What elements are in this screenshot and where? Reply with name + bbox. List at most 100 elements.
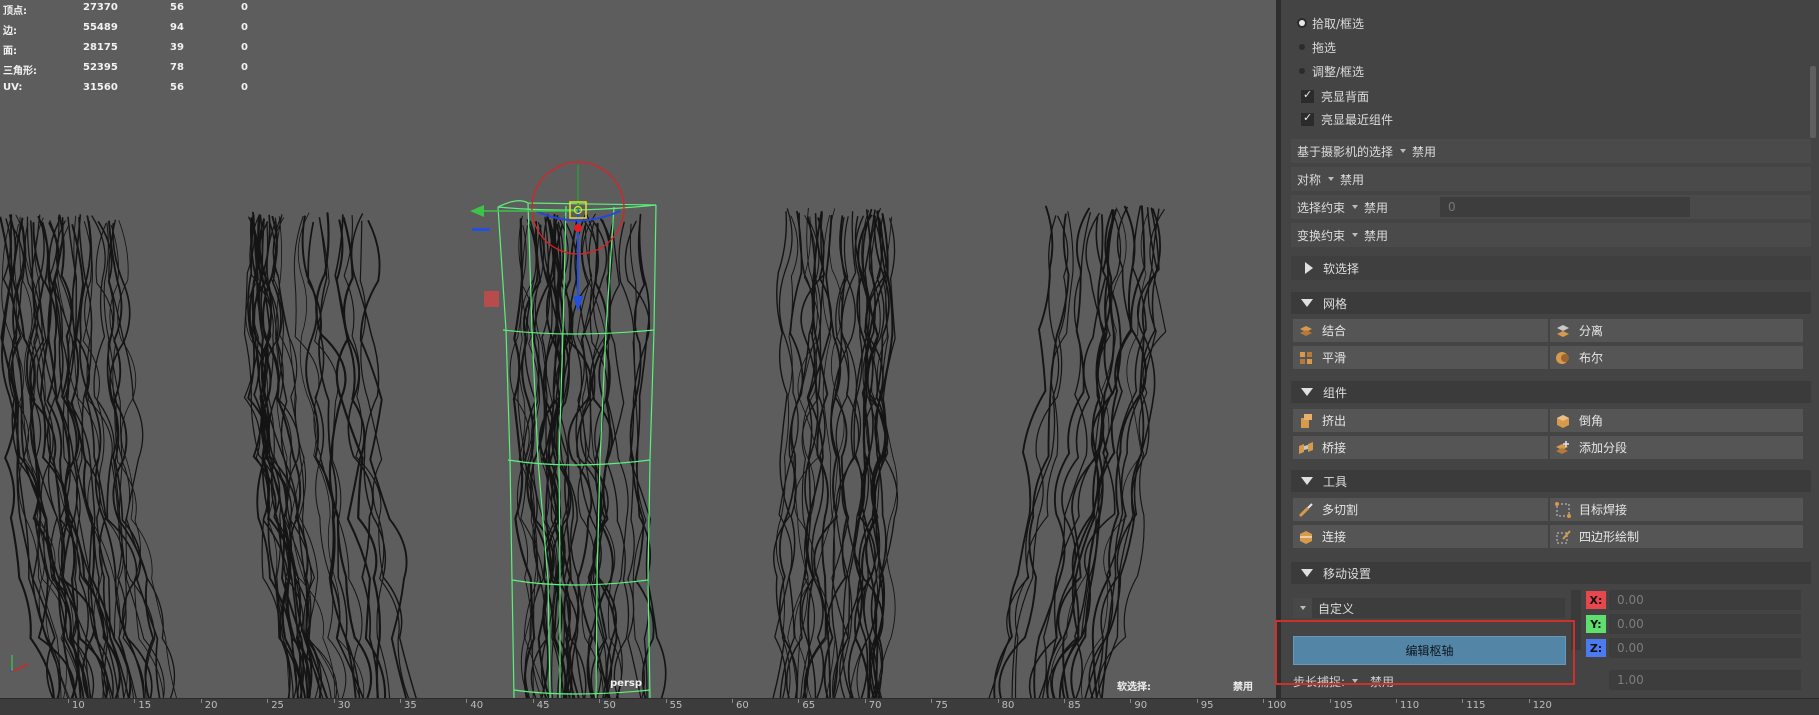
symmetry-row[interactable]: 对称 禁用 bbox=[1291, 167, 1811, 191]
dropdown-arrow-icon[interactable] bbox=[1300, 606, 1306, 610]
transform-constraint-value[interactable]: 禁用 bbox=[1364, 227, 1388, 244]
bridge-label: 桥接 bbox=[1322, 441, 1347, 455]
connect-label: 连接 bbox=[1322, 530, 1347, 544]
transform-constraint-row[interactable]: 变换约束 禁用 bbox=[1291, 223, 1811, 247]
modeling-toolkit-panel: 拾取/框选 拖选 调整/框选 亮显背面 亮显最近组件 基于摄影机的选择 禁用 对… bbox=[1281, 0, 1819, 698]
checkbox-highlight-nearest[interactable]: 亮显最近组件 bbox=[1301, 109, 1393, 129]
timeline-tick-label: 30 bbox=[337, 700, 351, 711]
separate-button[interactable]: 分离 bbox=[1550, 319, 1803, 342]
move-settings-header[interactable]: 移动设置 bbox=[1291, 562, 1811, 584]
target-weld-button[interactable]: 目标焊接 bbox=[1550, 498, 1803, 521]
select-constraint-value[interactable]: 禁用 bbox=[1364, 199, 1388, 216]
hud-row: 边: 55489 94 0 bbox=[3, 20, 263, 40]
camera-based-selection-value[interactable]: 禁用 bbox=[1412, 143, 1436, 160]
hair-strand bbox=[1073, 206, 1134, 698]
multi-cut-label: 多切割 bbox=[1322, 503, 1359, 517]
dropdown-arrow-icon[interactable] bbox=[1352, 233, 1359, 237]
timeline-tick-label: 110 bbox=[1400, 700, 1420, 711]
add-divisions-icon bbox=[1555, 440, 1571, 456]
radio-tweak-marquee[interactable]: 调整/框选 bbox=[1299, 61, 1364, 81]
timeline-tick-mark bbox=[200, 699, 202, 703]
hud-row-label: 顶点: bbox=[3, 6, 27, 17]
timeline-tick-label: 45 bbox=[536, 700, 550, 711]
timeline-tick-label: 60 bbox=[736, 700, 749, 711]
hud-row-value: 0 bbox=[241, 2, 248, 13]
time-slider[interactable]: 10 15 20 25 30 35 40 45 50 55 60 65 70 75 80 85 90 95 100 1… bbox=[0, 698, 1819, 715]
radio-pick-indicator[interactable] bbox=[1299, 20, 1305, 26]
target-weld-label: 目标焊接 bbox=[1579, 503, 1628, 517]
z-value-field[interactable]: 0.00 bbox=[1609, 638, 1801, 658]
x-value-field[interactable]: 0.00 bbox=[1609, 590, 1801, 610]
scene-canvas[interactable] bbox=[0, 0, 1276, 698]
checkbox-highlight-nearest-box[interactable] bbox=[1301, 111, 1314, 126]
checkbox-highlight-backface-box[interactable] bbox=[1301, 88, 1314, 103]
add-divisions-button[interactable]: 添加分段 bbox=[1550, 436, 1803, 459]
radio-tweak-indicator[interactable] bbox=[1299, 68, 1305, 74]
multi-cut-button[interactable]: 多切割 bbox=[1293, 498, 1548, 521]
timeline-tick-mark bbox=[732, 699, 733, 703]
dropdown-arrow-icon[interactable] bbox=[1352, 205, 1359, 209]
mesh-section-title: 网格 bbox=[1323, 296, 1348, 311]
z-axis-label: Z: bbox=[1586, 639, 1606, 657]
select-constraint-number[interactable]: 0 bbox=[1440, 197, 1691, 217]
components-section-header[interactable]: 组件 bbox=[1291, 381, 1811, 403]
move-mode-dropdown[interactable]: 自定义 bbox=[1293, 598, 1565, 618]
radio-drag[interactable]: 拖选 bbox=[1299, 37, 1336, 57]
y-value-field[interactable]: 0.00 bbox=[1609, 614, 1801, 634]
mesh-section-header[interactable]: 网格 bbox=[1291, 292, 1811, 314]
radio-pick-marquee[interactable]: 拾取/框选 bbox=[1299, 13, 1364, 33]
dropdown-arrow-icon[interactable] bbox=[1328, 177, 1335, 181]
symmetry-value[interactable]: 禁用 bbox=[1340, 171, 1364, 188]
dropdown-arrow-icon[interactable] bbox=[1352, 679, 1359, 683]
extrude-button[interactable]: 挤出 bbox=[1293, 409, 1548, 432]
edit-pivot-button[interactable]: 编辑枢轴 bbox=[1293, 636, 1566, 665]
bridge-button[interactable]: 桥接 bbox=[1293, 436, 1548, 459]
radio-drag-indicator[interactable] bbox=[1299, 44, 1305, 50]
step-snap-value[interactable]: 禁用 bbox=[1370, 673, 1394, 690]
extrude-label: 挤出 bbox=[1322, 414, 1347, 428]
quad-draw-button[interactable]: 四边形绘制 bbox=[1550, 525, 1803, 548]
combine-button[interactable]: 结合 bbox=[1293, 319, 1548, 342]
hair-curves bbox=[0, 205, 1167, 698]
timeline-tick-label: 90 bbox=[1134, 700, 1148, 711]
collapse-arrow-icon bbox=[1301, 299, 1313, 307]
boolean-button[interactable]: 布尔 bbox=[1550, 346, 1803, 369]
combine-icon bbox=[1298, 323, 1314, 339]
collapse-arrow-icon bbox=[1301, 569, 1313, 577]
hud-row-value: 0 bbox=[241, 22, 248, 33]
hud-row-value: 94 bbox=[170, 22, 184, 33]
move-mode-value[interactable]: 自定义 bbox=[1312, 598, 1565, 618]
quad-draw-icon bbox=[1555, 529, 1571, 545]
timeline-tick-mark bbox=[400, 699, 401, 703]
timeline-tick-label: 40 bbox=[470, 700, 484, 711]
select-constraint-row[interactable]: 选择约束 禁用 0 bbox=[1291, 195, 1811, 219]
timeline-tick-label: 65 bbox=[802, 700, 816, 711]
timeline-tick-mark bbox=[1396, 699, 1397, 703]
smooth-label: 平滑 bbox=[1322, 351, 1347, 365]
hair-strand bbox=[335, 219, 387, 698]
perspective-viewport[interactable]: 顶点: 27370 56 0 边: 55489 94 0 面: 28175 39 0 三角形: 52395… bbox=[0, 0, 1276, 698]
tools-section-title: 工具 bbox=[1323, 474, 1348, 489]
camera-based-selection-row[interactable]: 基于摄影机的选择 禁用 bbox=[1291, 139, 1811, 163]
timeline-tick-label: 120 bbox=[1532, 700, 1552, 711]
timeline-tick-label: 70 bbox=[868, 700, 882, 711]
axis-gizmo bbox=[9, 655, 29, 673]
panel-scrollbar[interactable] bbox=[1810, 66, 1816, 696]
checkbox-highlight-backface[interactable]: 亮显背面 bbox=[1301, 86, 1369, 106]
components-section-title: 组件 bbox=[1323, 385, 1348, 400]
timeline-tick-mark bbox=[1462, 699, 1464, 703]
hud-row-value: 56 bbox=[170, 82, 184, 93]
connect-button[interactable]: 连接 bbox=[1293, 525, 1548, 548]
timeline-tick-mark bbox=[798, 699, 800, 703]
step-snap-row[interactable]: 步长捕捉: 禁用 bbox=[1293, 672, 1394, 690]
dropdown-arrow-icon[interactable] bbox=[1400, 149, 1407, 153]
step-snap-number[interactable]: 1.00 bbox=[1609, 670, 1801, 690]
poly-count-hud: 顶点: 27370 56 0 边: 55489 94 0 面: 28175 39 0 三角形: 52395… bbox=[3, 0, 263, 100]
soft-selection-header[interactable]: 软选择 bbox=[1291, 256, 1811, 280]
hair-strand bbox=[0, 216, 55, 698]
tools-section-header[interactable]: 工具 bbox=[1291, 470, 1811, 492]
scrollbar-thumb[interactable] bbox=[1810, 66, 1816, 138]
smooth-button[interactable]: 平滑 bbox=[1293, 346, 1548, 369]
bevel-button[interactable]: 倒角 bbox=[1550, 409, 1803, 432]
add-divisions-label: 添加分段 bbox=[1579, 441, 1628, 455]
